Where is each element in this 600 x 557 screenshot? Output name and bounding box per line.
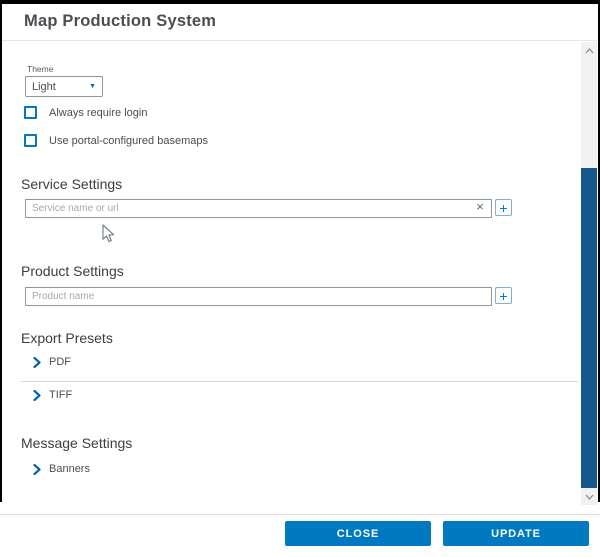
preset-divider bbox=[20, 381, 578, 382]
dialog-frame-top bbox=[0, 0, 600, 4]
portal-basemaps-checkbox[interactable] bbox=[24, 134, 37, 147]
mouse-cursor bbox=[101, 224, 115, 249]
chevron-right-icon bbox=[33, 390, 41, 401]
portal-basemaps-row[interactable]: Use portal-configured basemaps bbox=[24, 134, 208, 147]
theme-select-value: Light bbox=[32, 81, 56, 93]
service-input-wrap: × bbox=[25, 198, 492, 217]
theme-field-label: Theme bbox=[27, 64, 53, 74]
product-input-wrap bbox=[25, 286, 492, 305]
dialog-title: Map Production System bbox=[24, 12, 216, 31]
scroll-up-icon[interactable] bbox=[581, 44, 597, 58]
plus-icon: + bbox=[499, 289, 507, 303]
export-preset-pdf-row[interactable]: PDF bbox=[33, 356, 71, 368]
scrollbar-thumb[interactable] bbox=[581, 168, 597, 488]
checkbox-label: Always require login bbox=[49, 107, 147, 119]
product-settings-heading: Product Settings bbox=[21, 263, 124, 279]
export-preset-tiff-row[interactable]: TIFF bbox=[33, 389, 72, 401]
caret-down-icon: ▼ bbox=[89, 83, 96, 90]
message-settings-heading: Message Settings bbox=[21, 435, 132, 451]
chevron-right-icon bbox=[33, 464, 41, 475]
checkbox-label: Use portal-configured basemaps bbox=[49, 135, 208, 147]
dialog-frame-left bbox=[0, 0, 2, 502]
banners-row[interactable]: Banners bbox=[33, 463, 90, 475]
service-settings-heading: Service Settings bbox=[21, 176, 122, 192]
clear-icon[interactable]: × bbox=[473, 199, 487, 215]
add-service-button[interactable]: + bbox=[495, 199, 512, 216]
export-presets-heading: Export Presets bbox=[21, 330, 113, 346]
banners-label: Banners bbox=[49, 463, 90, 475]
chevron-right-icon bbox=[33, 357, 41, 368]
always-require-login-row[interactable]: Always require login bbox=[24, 106, 147, 119]
close-button[interactable]: CLOSE bbox=[285, 521, 431, 546]
title-divider bbox=[2, 40, 598, 41]
scroll-down-icon[interactable] bbox=[581, 490, 597, 504]
preset-label: PDF bbox=[49, 356, 71, 368]
plus-icon: + bbox=[499, 201, 507, 215]
add-product-button[interactable]: + bbox=[495, 287, 512, 304]
product-name-input[interactable] bbox=[25, 287, 492, 306]
map-production-dialog: Map Production System Theme Light ▼ Alwa… bbox=[0, 0, 600, 557]
service-name-input[interactable] bbox=[25, 199, 492, 218]
update-button[interactable]: UPDATE bbox=[443, 521, 589, 546]
theme-select[interactable]: Light ▼ bbox=[25, 76, 103, 97]
preset-label: TIFF bbox=[49, 389, 72, 401]
footer-divider bbox=[0, 514, 600, 515]
always-require-login-checkbox[interactable] bbox=[24, 106, 37, 119]
